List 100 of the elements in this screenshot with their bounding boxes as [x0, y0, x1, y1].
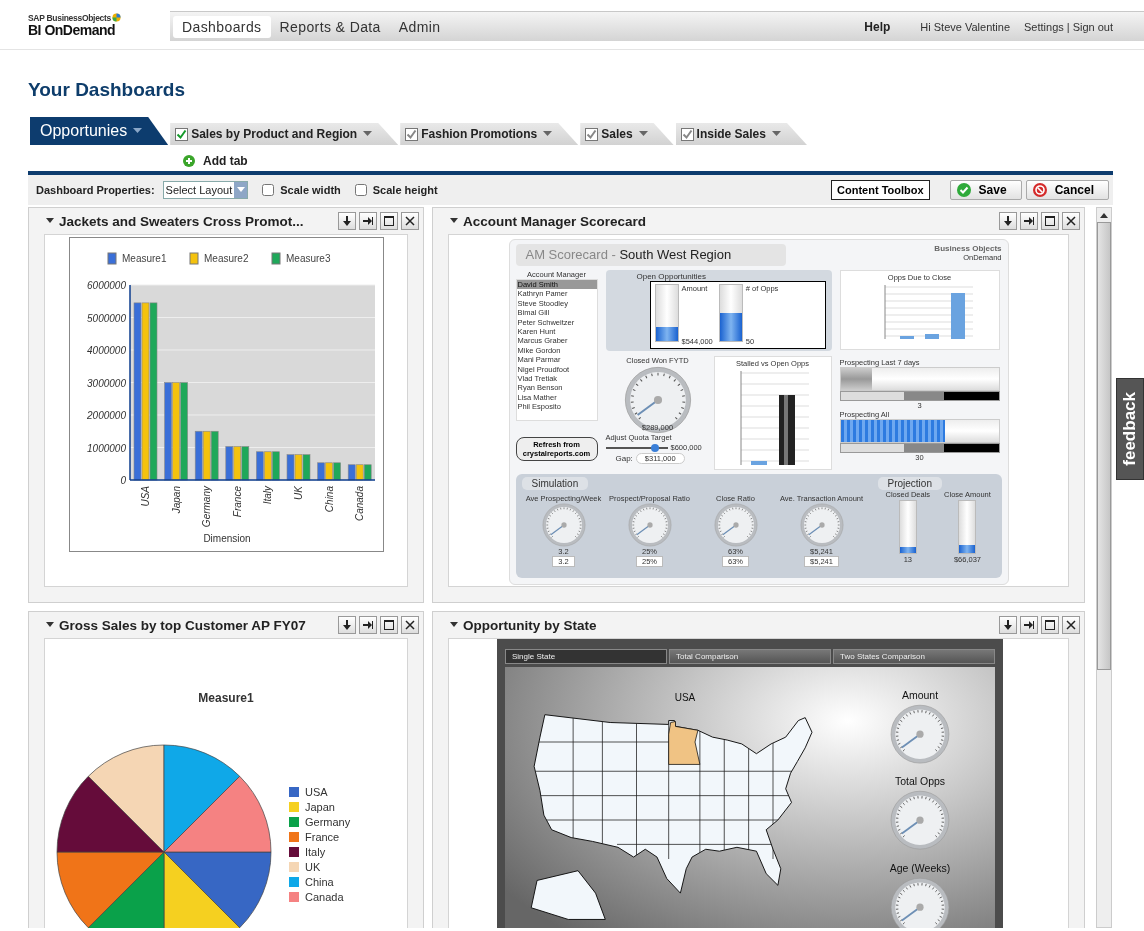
x-tick-label: Japan — [170, 486, 182, 514]
cancel-icon — [1032, 183, 1047, 197]
legend-label: Germany — [305, 815, 351, 828]
maximize-button[interactable] — [1041, 212, 1059, 230]
section-title: Projection — [877, 477, 942, 490]
close-button[interactable] — [401, 616, 419, 634]
nav-tab[interactable]: Reports & Data — [270, 15, 390, 38]
move-down-button[interactable] — [338, 212, 356, 230]
close-button[interactable] — [1062, 616, 1080, 634]
map-tab[interactable]: Single State — [505, 649, 667, 664]
legend-swatch — [107, 252, 116, 265]
option-checkbox[interactable] — [354, 184, 367, 196]
close-icon — [405, 620, 415, 630]
legend-label: Italy — [305, 845, 326, 858]
close-button[interactable] — [401, 212, 419, 230]
slider-thumb[interactable] — [651, 443, 660, 452]
dashboard-tab[interactable]: Inside Sales — [675, 123, 807, 145]
move-down-button[interactable] — [338, 616, 356, 634]
content-toolbox-button[interactable]: Content Toolbox — [831, 180, 930, 200]
nav-tab[interactable]: Admin — [389, 15, 450, 38]
x-tick-label: UK — [292, 486, 304, 500]
scrollbar[interactable] — [1096, 207, 1112, 928]
caret-icon — [543, 131, 553, 137]
legend-label: Measure2 — [203, 253, 248, 264]
panel-title: Opportunity by State — [463, 617, 597, 633]
x-tick-label: USA — [139, 486, 151, 507]
y-tick-label: 0 — [119, 475, 126, 486]
up-arrow-icon[interactable] — [1100, 212, 1108, 218]
y-tick-label: 2000000 — [86, 410, 126, 421]
caret-icon[interactable] — [450, 622, 458, 628]
page-title: Your Dashboards — [28, 78, 186, 102]
caret-icon — [363, 131, 373, 137]
maximize-icon — [1045, 620, 1055, 630]
gauge-drawing — [799, 503, 844, 547]
y-tick-label: 6000000 — [86, 280, 126, 291]
close-icon — [1066, 620, 1076, 630]
section-title: Simulation — [521, 477, 589, 490]
move-right-button[interactable] — [359, 212, 377, 230]
panel-heading: Open Opportunities — [636, 272, 707, 281]
maximize-button[interactable] — [380, 616, 398, 634]
down-arrow-icon — [1003, 216, 1013, 226]
map-tab[interactable]: Total Comparison — [669, 649, 831, 664]
gap-label: Gap: — [615, 454, 633, 463]
move-down-button[interactable] — [999, 616, 1017, 634]
dashboard-tab[interactable]: Sales by Product and Region — [170, 123, 399, 145]
properties-label: Dashboard Properties: — [36, 184, 155, 196]
legend-label: Measure1 — [121, 253, 166, 264]
layout-select[interactable]: Select Layout — [162, 181, 249, 199]
y-tick-label: 3000000 — [86, 377, 126, 389]
legend-label: USA — [305, 785, 328, 798]
sign-out-link[interactable]: Sign out — [1072, 20, 1113, 33]
chart-bar — [324, 462, 333, 481]
dashboard-tab[interactable]: Sales — [580, 123, 674, 145]
settings-link[interactable]: Settings — [1024, 20, 1064, 33]
option-label: Scale height — [372, 184, 438, 196]
dashboard-tab[interactable]: Opportunies — [30, 117, 169, 145]
add-icon[interactable] — [183, 155, 195, 167]
option-checkbox[interactable] — [262, 184, 275, 196]
tab-checkbox[interactable] — [175, 127, 189, 141]
legend-label: France — [305, 830, 340, 843]
legend-label: Canada — [305, 890, 344, 903]
maximize-icon — [384, 620, 394, 630]
gauge-drawing — [713, 503, 758, 547]
move-right-button[interactable] — [1020, 212, 1038, 230]
legend-swatch — [271, 252, 280, 265]
caret-icon[interactable] — [46, 218, 54, 224]
help-link[interactable]: Help — [864, 19, 891, 34]
move-right-button[interactable] — [359, 616, 377, 634]
add-tab-link[interactable]: Add tab — [203, 154, 248, 168]
x-tick-label: China — [323, 486, 335, 513]
cancel-button[interactable]: Cancel — [1025, 180, 1109, 200]
panel-title: Gross Sales by top Customer AP FY07 — [59, 617, 306, 633]
legend-swatch — [189, 252, 198, 265]
save-button[interactable]: Save — [949, 180, 1022, 200]
maximize-button[interactable] — [380, 212, 398, 230]
maximize-button[interactable] — [1041, 616, 1059, 634]
legend-label: Japan — [305, 800, 335, 813]
legend-label: China — [305, 875, 334, 888]
y-tick-label: 5000000 — [86, 312, 126, 324]
gauge-drawing — [623, 366, 692, 434]
right-arrow-icon — [1024, 216, 1034, 226]
feedback-tab[interactable]: feedback — [1116, 378, 1144, 480]
x-tick-label: France — [231, 486, 243, 518]
panel-title: Account Manager Scorecard — [463, 213, 647, 229]
nav-tab[interactable]: Dashboards — [173, 15, 271, 38]
move-right-button[interactable] — [1020, 616, 1038, 634]
dashboard-tab[interactable]: Fashion Promotions — [400, 123, 579, 145]
close-button[interactable] — [1062, 212, 1080, 230]
right-arrow-icon — [363, 620, 373, 630]
y-tick-label: 4000000 — [86, 345, 126, 356]
right-arrow-icon — [363, 216, 373, 226]
down-arrow-icon — [342, 620, 352, 630]
move-down-button[interactable] — [999, 212, 1017, 230]
caret-icon[interactable] — [46, 622, 54, 628]
gauge-label: Age (Weeks) — [889, 861, 951, 874]
caret-icon[interactable] — [450, 218, 458, 224]
gauge-drawing — [627, 503, 672, 547]
separator-text: | — [1066, 20, 1070, 33]
map-tab[interactable]: Two States Comparison — [833, 649, 995, 664]
chart-bar — [255, 451, 264, 481]
